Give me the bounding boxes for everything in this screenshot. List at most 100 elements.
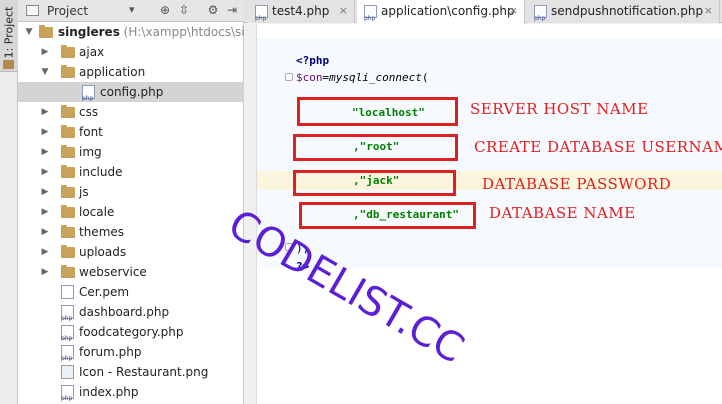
tree-file-config-php[interactable]: config.php [18,82,244,109]
tree-folder-ajax[interactable]: ▶ ajax [18,42,244,62]
folder-icon [61,205,75,218]
tree-item-label: include [79,165,123,179]
tree-item-label: webservice [79,265,147,279]
collapsed-arrow-icon[interactable]: ▶ [40,222,50,242]
tool-window-strip: 1: Project [0,0,18,404]
annotation-password: DATABASE PASSWORD [482,175,672,193]
tab-label: test4.php [272,4,330,18]
folder-icon [61,265,75,278]
php-file-icon [61,385,74,404]
tree-file-icon-restaurant-png[interactable]: Icon - Restaurant.png [18,362,244,382]
gear-icon[interactable]: ⚙ [205,2,221,18]
locate-icon[interactable]: ⊕ [157,2,173,18]
collapsed-arrow-icon[interactable]: ▶ [40,102,50,122]
project-panel: Project ▾ ⊕ ⇳ ⚙ ⇥ ▼ singleres (H:\xampp\… [18,0,289,404]
host-highlight-box [297,97,458,126]
tab-label: application\config.php [381,4,515,18]
tab-label: sendpushnotification.php [551,4,704,18]
tree-folder-application[interactable]: ▼ application [18,62,244,82]
close-icon[interactable]: × [704,0,713,22]
tree-item-label: foodcategory.php [79,325,184,339]
hide-panel-icon[interactable]: ⇥ [224,2,240,18]
collapsed-arrow-icon[interactable]: ▶ [40,42,50,62]
tab-config-php[interactable]: application\config.php × [357,0,525,30]
collapsed-arrow-icon[interactable]: ▶ [40,202,50,222]
tree-item-label: css [79,105,99,119]
php-file-icon [364,5,377,30]
tree-folder-themes[interactable]: ▶ themes [18,222,244,242]
tab-test4-php[interactable]: test4.php × [248,0,355,30]
tree-folder-webservice[interactable]: ▶ webservice [18,262,244,282]
project-panel-header: Project ▾ ⊕ ⇳ ⚙ ⇥ [18,0,244,22]
tree-folder-js[interactable]: ▶ js [18,182,244,202]
php-open-tag: <?php [296,54,330,67]
fold-marker-icon[interactable] [285,73,293,81]
annotation-server-host: SERVER HOST NAME [470,100,649,118]
tree-folder-font[interactable]: ▶ font [18,122,244,142]
password-highlight-box [293,170,456,196]
tree-item-label: application [79,65,146,79]
folder-icon [3,60,14,69]
collapsed-arrow-icon[interactable]: ▶ [40,242,50,262]
tree-file-foodcategory-php[interactable]: foodcategory.php [18,322,244,349]
root-folder-name: singleres [58,25,120,39]
folder-icon [61,185,75,198]
expanded-arrow-icon[interactable]: ▼ [24,22,34,42]
php-file-icon [534,5,547,30]
folder-icon [39,25,53,38]
username-highlight-box [293,134,458,161]
php-file-icon [61,345,74,369]
folder-icon [61,245,75,258]
paren-open: ( [421,71,429,84]
tree-item-label: locale [79,205,115,219]
project-view-selector[interactable]: Project [47,4,88,18]
tree-item-label: themes [79,225,125,239]
editor-tab-bar: test4.php × application\config.php × sen… [244,0,722,30]
chevron-down-icon[interactable]: ▾ [129,3,135,16]
tree-folder-css[interactable]: ▶ css [18,102,244,122]
project-tool-tab[interactable]: 1: Project [0,0,18,72]
folder-icon [61,45,75,58]
tree-item-label: dashboard.php [79,305,170,319]
tree-item-label: Icon - Restaurant.png [79,365,209,379]
tree-folder-img[interactable]: ▶ img [18,142,244,162]
project-tree: ▼ singleres (H:\xampp\htdocs\singleres ▶… [18,22,289,404]
folder-icon [61,65,75,78]
tree-root-singleres[interactable]: ▼ singleres (H:\xampp\htdocs\singleres [18,22,289,42]
tab-sendpushnotification-php[interactable]: sendpushnotification.php × [527,0,720,30]
tree-item-label: Cer.pem [79,285,130,299]
tree-folder-locale[interactable]: ▶ locale [18,202,244,222]
dbname-highlight-box [299,202,476,229]
tree-item-label: img [79,145,102,159]
php-file-icon [61,305,74,329]
tree-file-forum-php[interactable]: forum.php [18,342,244,369]
tree-item-label: js [79,185,89,199]
tree-file-cer-pem[interactable]: Cer.pem [18,282,244,302]
tree-file-dashboard-php[interactable]: dashboard.php [18,302,244,329]
con-variable: $con [296,71,323,84]
collapsed-arrow-icon[interactable]: ▶ [40,182,50,202]
close-icon[interactable]: × [339,0,348,22]
collapsed-arrow-icon[interactable]: ▶ [40,142,50,162]
tree-item-label: index.php [79,385,139,399]
php-file-icon [82,85,95,109]
function-name: mysqli_connect [329,71,422,84]
collapsed-arrow-icon[interactable]: ▶ [40,262,50,282]
expanded-arrow-icon[interactable]: ▼ [40,62,50,82]
image-file-icon [61,365,74,379]
tree-file-index-php[interactable]: index.php [18,382,244,404]
tree-item-label: config.php [100,85,164,99]
tree-folder-uploads[interactable]: ▶ uploads [18,242,244,262]
tree-folder-include[interactable]: ▶ include [18,162,244,182]
collapsed-arrow-icon[interactable]: ▶ [40,122,50,142]
collapse-all-icon[interactable]: ⇳ [176,2,192,18]
annotation-username: CREATE DATABASE USERNAME [474,138,722,156]
code-editor[interactable]: <?php $con=mysqli_connect( "localhost" ,… [244,24,722,404]
folder-icon [61,225,75,238]
close-icon[interactable]: × [509,0,518,22]
collapsed-arrow-icon[interactable]: ▶ [40,162,50,182]
folder-icon [61,125,75,138]
code-line-open-tag: <?php [296,54,329,67]
tree-item-label: ajax [79,45,105,59]
annotation-dbname: DATABASE NAME [489,204,636,222]
